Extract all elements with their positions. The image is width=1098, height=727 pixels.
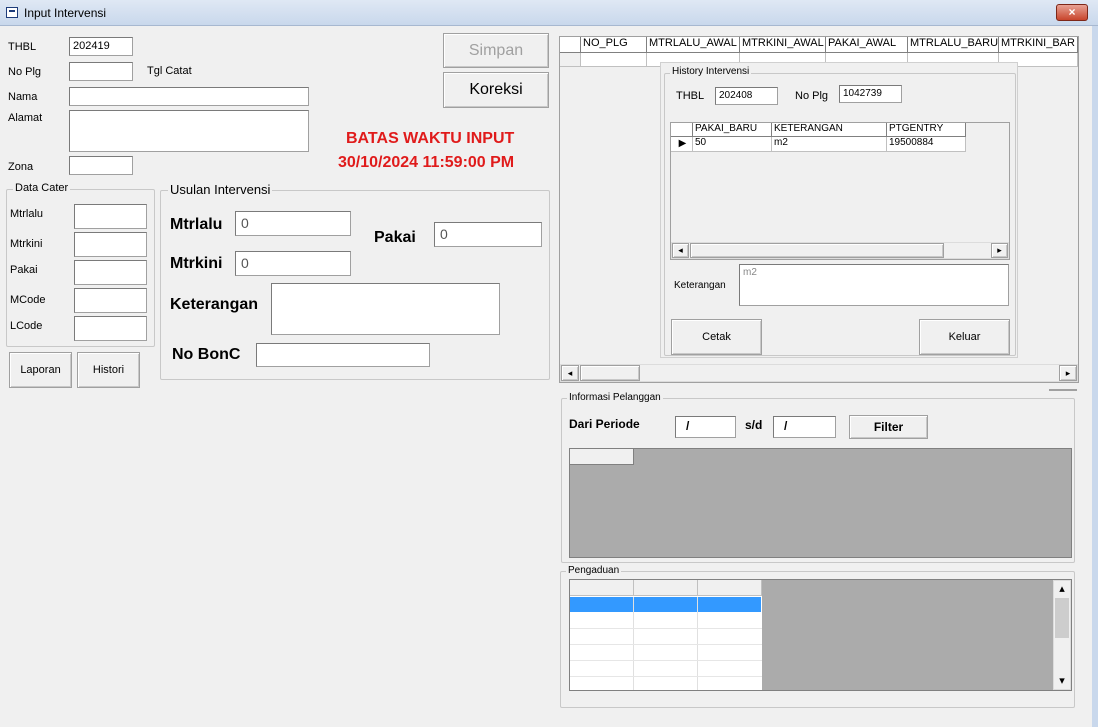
divider — [1049, 389, 1077, 391]
usulan-mtrlalu-field[interactable]: 0 — [235, 211, 351, 236]
main-grid-col-header[interactable]: MTRKINI_BAR — [999, 37, 1078, 53]
main-grid-row-selector[interactable] — [560, 53, 581, 67]
history-thbl-label: THBL — [676, 90, 705, 102]
history-thbl-field[interactable]: 202408 — [715, 87, 778, 105]
usulan-pakai-label: Pakai — [374, 229, 416, 246]
history-noplg-label: No Plg — [795, 90, 829, 102]
app-icon — [6, 7, 18, 18]
history-hscroll-thumb[interactable] — [690, 243, 944, 258]
main-grid-col-header[interactable]: MTRLALU_AWAL — [647, 37, 740, 53]
history-grid-cell[interactable]: 50 — [693, 137, 772, 152]
deadline-title: BATAS WAKTU INPUT — [346, 130, 515, 147]
cater-mtrkini-label: Mtrkini — [10, 238, 43, 250]
history-keterangan-label: Keterangan — [674, 280, 726, 291]
main-grid-hscroll-thumb[interactable] — [580, 365, 640, 381]
histori-button[interactable]: Histori — [77, 352, 140, 388]
sd-label: s/d — [745, 418, 763, 432]
history-grid-cell[interactable]: m2 — [772, 137, 887, 152]
usulan-mtrlalu-label: Mtrlalu — [170, 216, 223, 233]
close-button[interactable]: × — [1056, 4, 1088, 21]
grid-line — [570, 628, 762, 629]
nama-label: Nama — [8, 91, 38, 103]
usulan-nobonc-label: No BonC — [172, 346, 241, 363]
history-grid-corner — [671, 123, 693, 137]
main-grid-col-header[interactable]: NO_PLG — [581, 37, 647, 53]
thbl-label: THBL — [8, 41, 37, 53]
info-grid-corner — [570, 449, 634, 465]
pengaduan-title: Pengaduan — [566, 565, 622, 576]
grid-line — [570, 660, 762, 661]
deadline-datetime: 30/10/2024 11:59:00 PM — [338, 154, 515, 171]
history-grid-col-header[interactable]: PTGENTRY — [887, 123, 966, 137]
history-keterangan-field[interactable]: m2 — [739, 264, 1009, 306]
cater-lcode-field[interactable] — [74, 316, 147, 341]
zona-label: Zona — [8, 161, 34, 173]
history-grid-col-header[interactable]: KETERANGAN — [772, 123, 887, 137]
cater-lcode-label: LCode — [10, 320, 43, 332]
info-grid[interactable] — [569, 448, 1072, 558]
thbl-field[interactable]: 202419 — [69, 37, 133, 56]
main-grid-col-header[interactable]: PAKAI_AWAL — [826, 37, 908, 53]
cater-mtrlalu-label: Mtrlalu — [10, 208, 44, 220]
row-pointer-icon[interactable]: ▶ — [671, 137, 693, 152]
usulan-nobonc-field[interactable] — [256, 343, 430, 367]
grid-line — [570, 676, 762, 677]
history-title: History Intervensi — [670, 66, 752, 77]
noplg-field[interactable] — [69, 62, 133, 81]
scroll-right-icon[interactable]: ▸ — [1059, 365, 1077, 381]
data-cater-title: Data Cater — [13, 182, 71, 194]
cater-mcode-label: MCode — [10, 294, 46, 306]
zona-field[interactable] — [69, 156, 133, 175]
laporan-button[interactable]: Laporan — [9, 352, 72, 388]
main-grid-cell[interactable] — [581, 53, 647, 67]
main-grid-col-header[interactable]: MTRKINI_AWAL — [740, 37, 826, 53]
window-right-border — [1092, 26, 1098, 727]
usulan-keterangan-field[interactable] — [271, 283, 500, 335]
scroll-left-icon[interactable]: ◂ — [672, 243, 689, 258]
alamat-field[interactable] — [69, 110, 309, 152]
main-grid-corner — [560, 37, 581, 53]
cater-mcode-field[interactable] — [74, 288, 147, 313]
usulan-title: Usulan Intervensi — [168, 182, 273, 197]
pengaduan-vscroll-thumb[interactable] — [1055, 598, 1069, 638]
usulan-mtrkini-label: Mtrkini — [170, 255, 223, 272]
dari-periode-label: Dari Periode — [569, 417, 640, 431]
scroll-left-icon[interactable]: ◂ — [561, 365, 579, 381]
scroll-right-icon[interactable]: ▸ — [991, 243, 1008, 258]
history-grid-cell[interactable]: 19500884 — [887, 137, 966, 152]
main-grid-col-header[interactable]: MTRLALU_BARU — [908, 37, 999, 53]
periode-to-field[interactable]: / — [773, 416, 836, 438]
usulan-pakai-field[interactable]: 0 — [434, 222, 542, 247]
noplg-label: No Plg — [8, 66, 42, 78]
keluar-button[interactable]: Keluar — [919, 319, 1010, 355]
koreksi-button[interactable]: Koreksi — [443, 72, 549, 108]
history-noplg-field[interactable]: 1042739 — [839, 85, 902, 103]
usulan-keterangan-label: Keterangan — [170, 296, 259, 313]
pengaduan-grid-header — [698, 580, 762, 596]
history-grid-col-header[interactable]: PAKAI_BARU — [693, 123, 772, 137]
cetak-button[interactable]: Cetak — [671, 319, 762, 355]
pengaduan-grid-header — [634, 580, 698, 596]
pengaduan-selected-row[interactable] — [570, 597, 761, 612]
cater-pakai-label: Pakai — [10, 264, 38, 276]
scroll-down-icon[interactable]: ▾ — [1054, 674, 1070, 688]
nama-field[interactable] — [69, 87, 309, 106]
periode-from-field[interactable]: / — [675, 416, 736, 438]
alamat-label: Alamat — [8, 112, 43, 124]
usulan-mtrkini-field[interactable]: 0 — [235, 251, 351, 276]
window-title: Input Intervensi — [24, 6, 107, 20]
scroll-up-icon[interactable]: ▴ — [1054, 582, 1070, 596]
filter-button[interactable]: Filter — [849, 415, 928, 439]
grid-line — [570, 644, 762, 645]
title-bar: Input Intervensi × — [0, 0, 1098, 26]
cater-mtrlalu-field[interactable] — [74, 204, 147, 229]
tglcatat-label: Tgl Catat — [147, 65, 192, 77]
cater-pakai-field[interactable] — [74, 260, 147, 285]
simpan-button[interactable]: Simpan — [443, 33, 549, 68]
pengaduan-grid-header — [570, 580, 634, 596]
info-title: Informasi Pelanggan — [567, 392, 663, 403]
cater-mtrkini-field[interactable] — [74, 232, 147, 257]
